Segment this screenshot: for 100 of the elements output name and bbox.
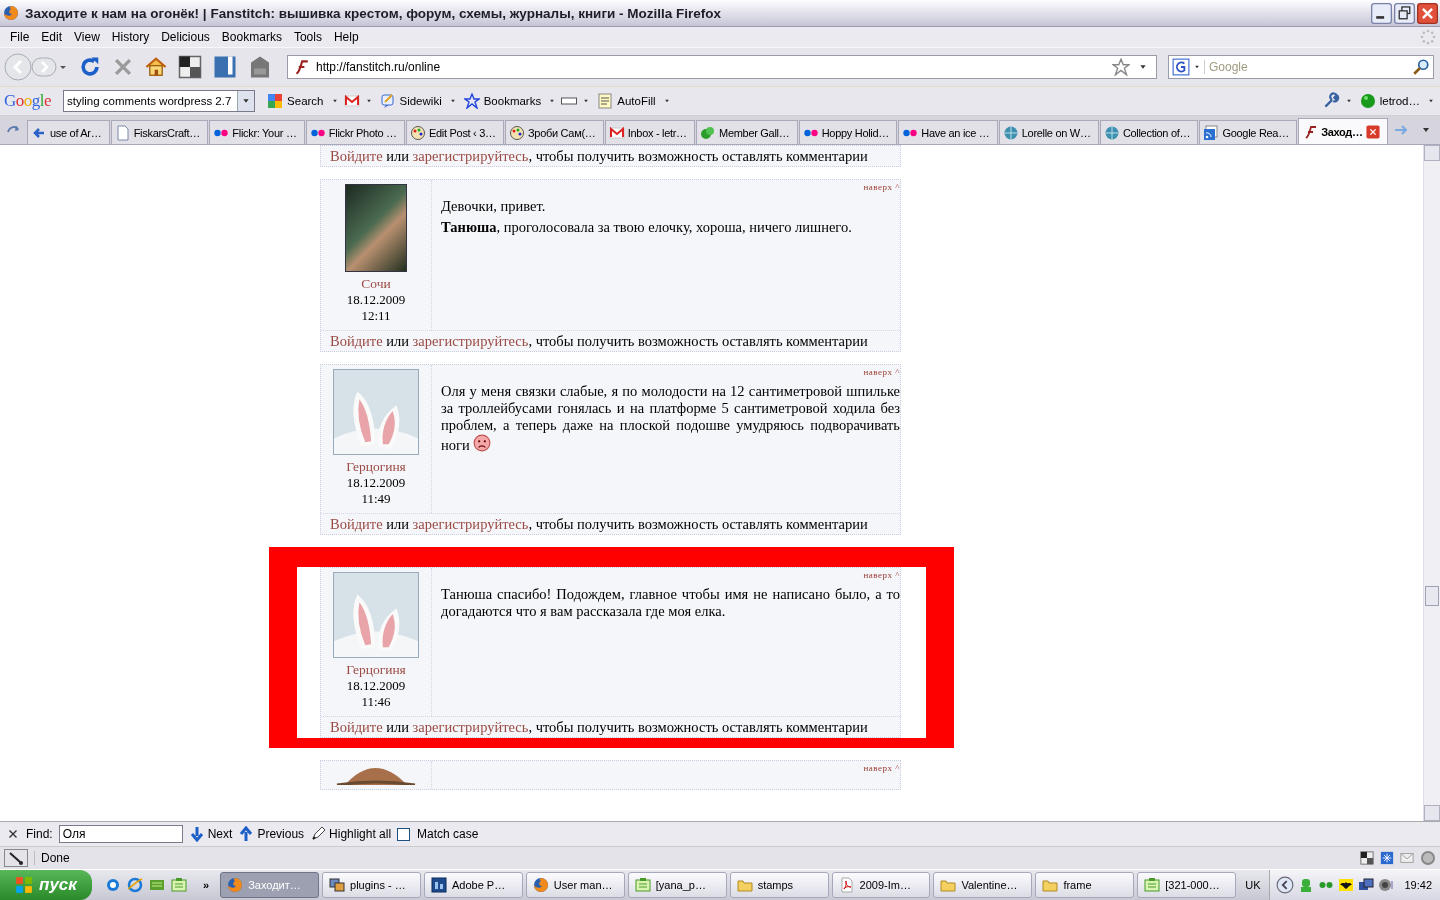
close-button[interactable] <box>1417 2 1438 24</box>
login-link[interactable]: Войдите <box>330 333 383 349</box>
taskbar-button[interactable]: frame <box>1035 872 1135 898</box>
notepad-icon <box>1144 877 1161 893</box>
comment-text: Девочки, привет. <box>441 198 547 215</box>
browser-tab[interactable]: Collection of… <box>1099 120 1199 144</box>
menu-item[interactable]: Delicious <box>155 29 216 45</box>
speaker-icon[interactable] <box>1378 877 1395 893</box>
browser-tab[interactable]: Flickr: Your … <box>209 120 305 144</box>
previous-button[interactable]: Previous <box>238 826 305 842</box>
register-link[interactable]: зарегистрируйтесь <box>412 719 529 735</box>
menu-item[interactable]: Edit <box>35 29 69 45</box>
status-text: Done <box>34 851 70 865</box>
bookmark-icon[interactable] <box>213 55 237 79</box>
pdf-icon <box>838 877 855 893</box>
author-link[interactable]: Сочи <box>361 276 391 292</box>
browser-tab[interactable]: Inbox - letr… <box>604 120 696 144</box>
register-link[interactable]: зарегистрируйтесь <box>412 148 529 164</box>
browser-tab[interactable]: Заход… <box>1298 118 1388 144</box>
browser-tab[interactable]: Flickr Photo … <box>305 120 405 144</box>
menu-item[interactable]: View <box>68 29 106 45</box>
menu-item[interactable]: Help <box>327 29 365 45</box>
browser-tab[interactable]: Member Gall… <box>696 120 798 144</box>
toolbar-button[interactable]: Bookmarks <box>461 93 544 109</box>
browser-tab[interactable]: use of Ar… <box>27 120 110 144</box>
reload-icon[interactable] <box>79 56 101 78</box>
find-field[interactable]: Оля <box>58 825 183 843</box>
highlight-all-button[interactable]: Highlight all <box>310 826 392 842</box>
toolbar-button[interactable]: Sidewiki <box>377 93 444 109</box>
browser-tab[interactable]: FiskarsCraft… <box>110 120 209 144</box>
menu-item[interactable]: Bookmarks <box>215 29 288 45</box>
search-engine-icon[interactable] <box>1172 58 1190 76</box>
register-link[interactable]: зарегистрируйтесь <box>412 333 529 349</box>
globe-icon[interactable] <box>127 877 143 893</box>
windows-logo-icon <box>15 876 34 894</box>
match-case-checkbox[interactable] <box>397 827 411 841</box>
login-prompt: Войдите или зарегистрируйтесь, чтобы получить возможность оставлять комментарии <box>329 148 869 164</box>
taskbar-button[interactable]: User man… <box>525 872 625 898</box>
taskbar-button[interactable]: [321-000… <box>1137 872 1237 898</box>
bat-icon[interactable] <box>1338 877 1355 893</box>
tag-icon[interactable] <box>248 55 272 79</box>
menu-item[interactable]: Tools <box>287 29 328 45</box>
login-link[interactable]: Войдите <box>330 148 383 164</box>
language-indicator[interactable]: UK <box>1239 879 1267 891</box>
menu-item[interactable]: History <box>105 29 156 45</box>
star-icon[interactable] <box>1112 58 1130 76</box>
folder-icon <box>940 877 957 893</box>
expand-icon[interactable] <box>1276 876 1295 894</box>
register-link[interactable]: зарегистрируйтесь <box>412 516 529 532</box>
login-link[interactable]: Войдите <box>330 719 383 735</box>
mail-icon <box>1400 851 1414 865</box>
menu-item[interactable]: File <box>4 29 36 45</box>
vertical-scrollbar[interactable] <box>1423 145 1440 821</box>
taskbar-button[interactable]: plugins - … <box>322 872 421 898</box>
search-combo-field[interactable]: styling comments wordpress 2.7 <box>63 90 256 112</box>
mail-icon[interactable] <box>343 93 360 109</box>
comment-time: 11:46 <box>361 694 391 710</box>
squares-icon[interactable] <box>178 55 202 79</box>
browser-tab[interactable]: Have an ice … <box>898 120 998 144</box>
restore-button[interactable] <box>1394 2 1415 24</box>
close-tab-icon[interactable] <box>1365 124 1380 139</box>
browser-tab[interactable]: Google Rea… <box>1199 120 1298 144</box>
author-link[interactable]: Герцогиня <box>346 662 406 678</box>
ring-icon[interactable] <box>105 877 121 893</box>
monitors-icon[interactable] <box>1358 877 1375 893</box>
minimize-button[interactable] <box>1371 2 1392 24</box>
browser-tab[interactable]: Lorelle on W… <box>998 120 1099 144</box>
board-icon[interactable] <box>149 877 165 893</box>
more-button[interactable]: » <box>203 879 210 891</box>
back-to-top-link[interactable]: наверх ^ <box>863 568 900 582</box>
home-icon[interactable] <box>145 56 167 78</box>
down-arrow-icon <box>188 826 205 842</box>
browser-tab[interactable]: Edit Post ‹ 3… <box>406 120 504 144</box>
taskbar-button[interactable]: Adobe P… <box>423 872 523 898</box>
account-button[interactable]: letrod… <box>1357 93 1422 109</box>
next-button[interactable]: Next <box>188 826 233 842</box>
taskbar-button[interactable]: Valentine… <box>933 872 1033 898</box>
back-to-top-link[interactable]: наверх ^ <box>863 761 900 775</box>
taskbar-button[interactable]: 2009-Im… <box>831 872 931 898</box>
taskbar-button[interactable]: [yana_p… <box>627 872 727 898</box>
search-icon <box>267 93 284 109</box>
address-bar[interactable]: http://fanstitch.ru/online <box>287 55 1157 79</box>
browser-tab[interactable]: Hoppy Holid… <box>798 120 898 144</box>
taskbar-button[interactable]: stamps <box>729 872 829 898</box>
toolbar-button[interactable]: AutoFill <box>595 93 658 109</box>
browser-tab[interactable]: Зроби Сам(… <box>505 120 604 144</box>
toolbar-button[interactable]: Search <box>265 93 326 109</box>
browser-logo-icon <box>3 5 19 21</box>
star-icon <box>463 93 480 109</box>
back-to-top-link[interactable]: наверх ^ <box>863 365 900 379</box>
notepad-icon[interactable] <box>171 877 187 893</box>
author-link[interactable]: Герцогиня <box>346 459 406 475</box>
login-link[interactable]: Войдите <box>330 516 383 532</box>
window-title: Заходите к нам на огонёк! | Fanstitch: вышивка крестом, форум, схемы, журналы, книги - Mozilla Firefox <box>25 5 722 21</box>
search-icon[interactable] <box>1412 58 1430 76</box>
search-field[interactable]: Google <box>1168 55 1434 79</box>
comment-text: Танюша спасибо! Подождем, главное чтобы имя не написано было, а то догадаются что я вам рассказала где моя елка. <box>441 586 900 620</box>
circles-icon <box>700 124 717 141</box>
speech-bubble-icon <box>379 93 396 109</box>
back-to-top-link[interactable]: наверх ^ <box>863 180 900 194</box>
